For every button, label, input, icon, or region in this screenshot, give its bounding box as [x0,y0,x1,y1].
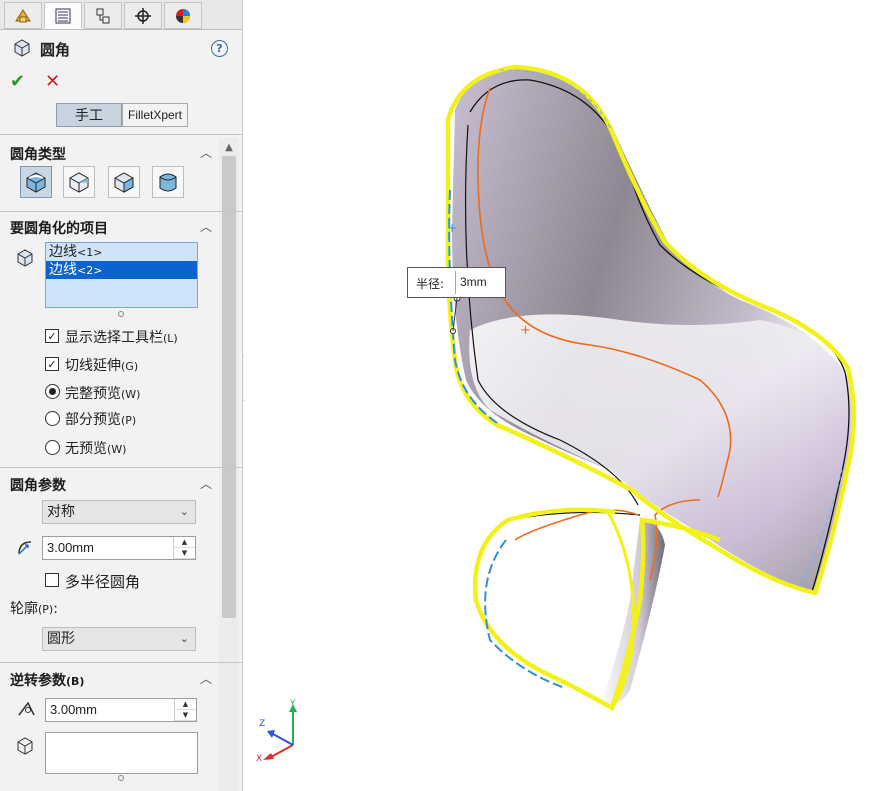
appearance-icon [176,8,190,23]
radius-callout[interactable]: 半径: 3mm [407,267,506,298]
profile-select[interactable]: 圆形 ⌄ [42,627,196,651]
property-list-icon [55,8,71,23]
tab-property-manager[interactable] [44,2,82,29]
help-icon[interactable]: ? [211,40,228,57]
resize-grip-icon[interactable] [118,311,124,317]
divider [0,211,242,212]
increment-icon[interactable]: ▲ [174,537,195,548]
no-preview-label: 无预览(W) [65,441,127,457]
collapse-icon[interactable]: ︿ [200,475,212,492]
y-axis-label: Y [289,699,296,709]
face-fillet-button[interactable] [108,166,140,198]
setback-distance-icon [16,700,36,722]
collapse-icon[interactable]: ︿ [200,670,212,687]
multi-radius-checkbox[interactable] [45,573,59,587]
scroll-thumb[interactable] [222,156,236,618]
variable-size-fillet-button[interactable] [63,166,95,198]
partial-preview-label: 部分预览(P) [65,412,137,428]
full-round-fillet-icon [159,173,177,192]
profile-label: 轮廓(P): [10,601,58,617]
setback-vertex-icon [16,737,34,759]
constant-size-fillet-button[interactable] [20,166,52,198]
constant-size-fillet-icon [26,172,46,193]
property-manager: 圆角 ? ✔ ✕ 手工 FilletXpert ▲ 圆角类型 ︿ 要圆角化的项目… [0,0,243,791]
fillet-type-heading: 圆角类型 [10,147,66,163]
feature-header: 圆角 ? [0,32,242,66]
full-preview-label: 完整预览(W) [65,386,141,402]
crosshair-icon [135,7,151,24]
no-preview-radio[interactable] [45,440,60,455]
ok-button[interactable]: ✔ [10,71,25,92]
fillet-feature-icon [12,38,32,62]
multi-radius-label: 多半径圆角 [65,573,141,591]
decrement-icon[interactable]: ▼ [175,710,196,721]
graphics-area[interactable] [244,0,892,791]
collapse-icon[interactable]: ︿ [200,144,212,161]
feature-tree-icon [15,8,31,22]
radius-callout-label: 半径: [416,277,445,291]
reference-triad-icon: Y X Z [256,699,297,764]
fillet-mode-toggle: 手工 FilletXpert [56,103,188,127]
radius-input[interactable]: 3.00mm ▲ ▼ [42,536,196,560]
edge-selection-icon [16,249,34,271]
collapse-icon[interactable]: ︿ [200,218,212,235]
divider [0,134,242,135]
list-item-edge-1[interactable]: 边线<1> [46,243,197,261]
show-selection-toolbar-checkbox[interactable]: ✓ [45,329,59,343]
configuration-icon [96,8,110,23]
selected-edges-list[interactable]: 边线<1> 边线<2> [45,242,198,308]
x-axis-label: X [256,754,262,764]
tangent-propagation-checkbox[interactable]: ✓ [45,357,59,371]
list-item-edge-2[interactable]: 边线<2> [46,261,197,279]
tab-configuration-manager[interactable] [84,2,122,29]
partial-preview-radio[interactable] [45,411,60,426]
increment-icon[interactable]: ▲ [175,699,196,710]
panel-scrollbar[interactable]: ▲ [219,138,239,791]
divider [0,662,242,663]
variable-size-fillet-icon [69,172,89,193]
tab-dimxpert-manager[interactable] [124,2,162,29]
fillet-parameters-heading: 圆角参数 [10,478,66,494]
cancel-button[interactable]: ✕ [45,71,60,92]
full-preview-radio[interactable] [45,384,60,399]
show-selection-toolbar-label: 显示选择工具栏(L) [65,330,178,346]
feature-title: 圆角 [40,41,71,59]
resize-grip-icon[interactable] [118,775,124,781]
radius-callout-value[interactable]: 3mm [455,271,505,294]
z-axis-label: Z [259,719,265,729]
manager-tabs [0,0,242,30]
fillet-method-select[interactable]: 对称 ⌄ [42,500,196,524]
items-to-fillet-heading: 要圆角化的项目 [10,221,108,237]
full-round-fillet-button[interactable] [152,166,184,198]
tab-feature-manager[interactable] [4,2,42,29]
filletxpert-mode-button[interactable]: FilletXpert [122,103,188,127]
setback-vertices-list[interactable] [45,732,198,774]
tangent-propagation-label: 切线延伸(G) [65,358,139,374]
decrement-icon[interactable]: ▼ [174,548,195,559]
scroll-up-icon[interactable]: ▲ [219,138,239,156]
chevron-down-icon: ⌄ [179,505,189,518]
divider [0,467,242,468]
radius-icon [16,538,36,560]
chevron-down-icon: ⌄ [179,632,189,645]
setback-parameters-heading: 逆转参数(B) [10,673,85,689]
face-fillet-icon [114,172,134,193]
setback-distance-input[interactable]: 3.00mm ▲ ▼ [45,698,197,722]
manual-mode-button[interactable]: 手工 [56,103,122,127]
tab-display-manager[interactable] [164,2,202,29]
